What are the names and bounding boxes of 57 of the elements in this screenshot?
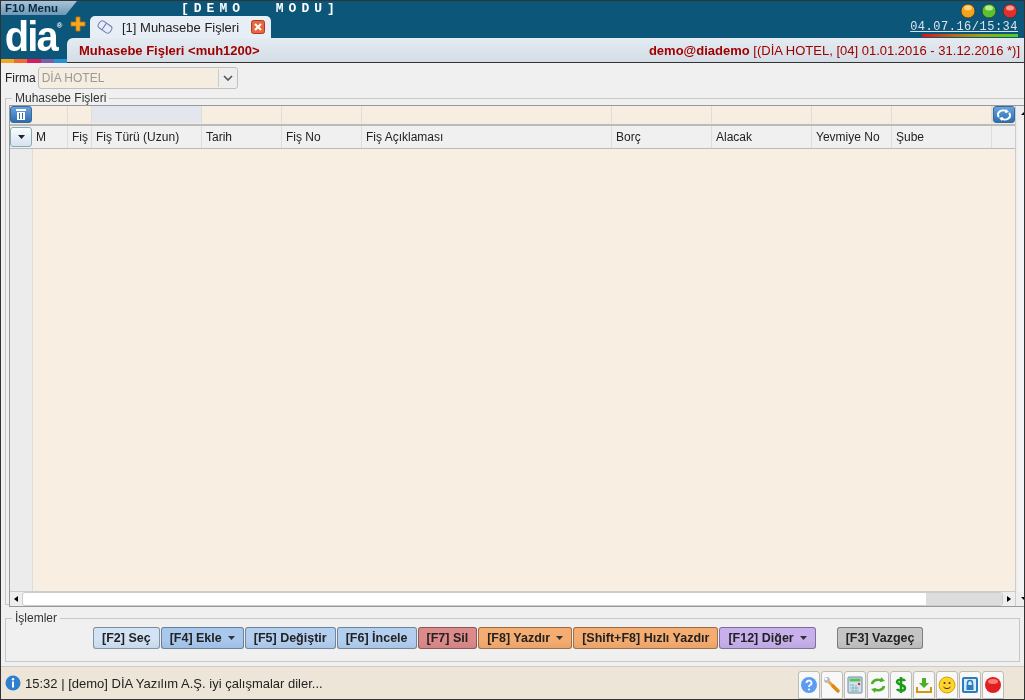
window-control-icon[interactable] [1002,3,1018,20]
panel-title: Muhasebe Fişleri [14,91,108,105]
field-label: Firma [5,71,36,85]
add-tab-icon[interactable] [70,16,86,33]
column-header[interactable]: Alacak [712,126,812,148]
column-header[interactable]: Fiş Türü (Uzun) [92,126,202,148]
caret-icon [227,636,235,640]
sync-icon[interactable] [867,671,889,699]
stop-icon[interactable] [982,671,1004,699]
user-context: demo@diademo [(DİA HOTEL, [04] 01.01.2016 - 31.12.2016 *)] [648,42,1020,58]
window-control-icon[interactable] [981,3,997,20]
column-menu-button[interactable] [10,127,32,147]
chevron-down-icon [222,75,233,81]
logo: dia® [3,15,64,59]
status-message: 15:32 | [demo] DİA Yazılım A.Ş. iyi çalışmalar diler... [25,675,323,691]
action-button[interactable]: [F6] İncele [336,627,417,649]
download-icon[interactable] [913,671,935,699]
column-header[interactable]: Fiş Açıklaması [362,126,612,148]
filter-field[interactable] [92,106,202,123]
action-button[interactable]: [F4] Ekle [160,627,244,649]
trash-icon [15,108,27,121]
refresh-icon [996,108,1012,121]
action-button[interactable]: [F7] Sil [417,627,478,649]
action-button[interactable]: [F2] Seç [93,627,160,649]
action-button[interactable]: [F12] Diğer [719,627,816,649]
info-icon [5,675,21,691]
column-header[interactable]: Fiş [68,126,92,148]
smiley-icon[interactable] [936,671,958,699]
column-header[interactable]: Fiş No [282,126,362,148]
column-header[interactable]: Şube [892,126,992,148]
caret-icon [17,135,25,139]
tab[interactable]: [1] Muhasebe Fişleri [90,16,272,39]
action-button[interactable]: [F3] Vazgeç [836,627,924,649]
lock-icon[interactable] [959,671,981,699]
demo-mode-label: [DEMO MODU] [181,1,340,16]
column-header[interactable]: Yevmiye No [812,126,892,148]
column-header[interactable]: Borç [612,126,712,148]
calculator-icon[interactable] [844,671,866,699]
caret-icon [799,636,807,640]
refresh-button[interactable] [993,106,1015,123]
column-header[interactable]: Tarih [202,126,282,148]
caret-icon [556,636,564,640]
action-button[interactable]: [Shift+F8] Hızlı Yazdır [573,627,719,649]
date-time: 04.07.16/15:34 [910,21,1018,35]
color-strip [1,59,67,63]
clear-filter-button[interactable] [10,106,32,123]
window-control-icon[interactable] [960,3,976,20]
close-icon[interactable] [251,20,266,35]
help-icon[interactable] [798,671,820,699]
action-button[interactable]: [F5] Değiştir [244,627,336,649]
column-header[interactable]: M [32,126,68,148]
panel-title: İşlemler [14,611,58,625]
action-button[interactable]: [F8] Yazdır [478,627,573,649]
dollar-icon[interactable] [890,671,912,699]
wrench-icon[interactable] [821,671,843,699]
menu-button[interactable]: F10 Menu [1,1,77,15]
page-title: Muhasebe Fişleri <muh1200> [79,42,260,58]
